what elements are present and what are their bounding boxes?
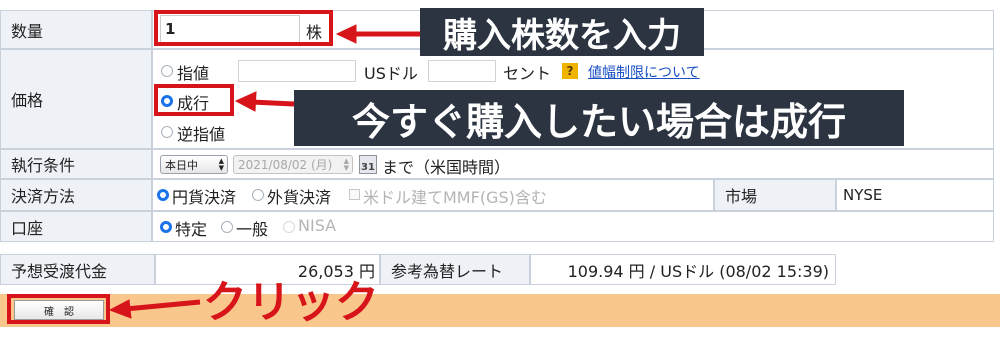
quantity-arrow-icon — [335, 24, 420, 44]
market-arrow-icon — [234, 91, 295, 112]
annotation-arrows — [108, 24, 420, 319]
click-arrow-icon — [108, 299, 201, 319]
